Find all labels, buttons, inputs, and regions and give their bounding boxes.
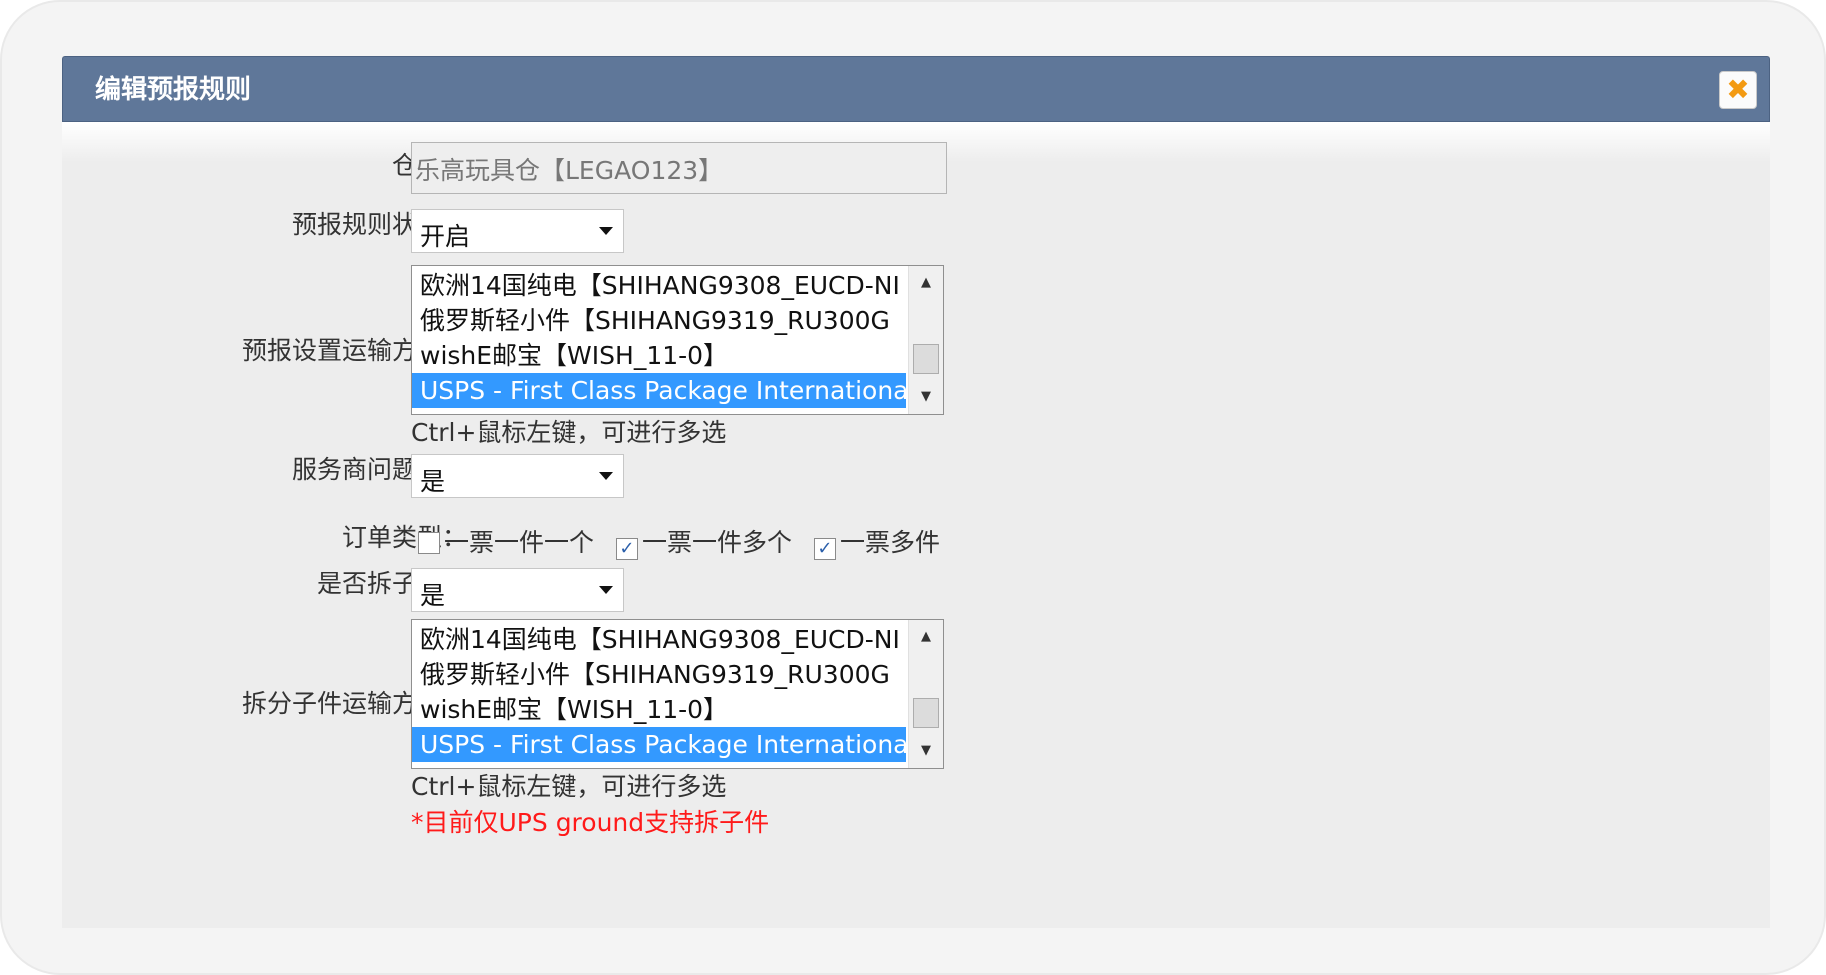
provider-issue-value: 是	[420, 467, 446, 496]
scroll-down-icon[interactable]: ▼	[909, 734, 943, 768]
shipping-method-items: 欧洲14国纯电【SHIHANG9308_EUCD-NI 俄罗斯轻小件【SHIHA…	[412, 268, 906, 408]
scroll-down-icon[interactable]: ▼	[909, 380, 943, 414]
list-item-selected[interactable]: USPS - First Class Package International	[412, 727, 906, 762]
scroll-up-icon[interactable]: ▲	[909, 266, 943, 300]
split-child-value: 是	[420, 581, 446, 610]
order-type-options: 一票一件一个 ✓ 一票一件多个 ✓ 一票多件	[418, 523, 954, 560]
checkbox-checked-icon[interactable]: ✓	[615, 538, 638, 560]
split-child-select[interactable]: 是	[411, 568, 624, 612]
checkbox-unchecked[interactable]	[418, 532, 440, 554]
split-shipping-items: 欧洲14国纯电【SHIHANG9308_EUCD-NI 俄罗斯轻小件【SHIHA…	[412, 622, 906, 762]
order-type-option[interactable]: ✓ 一票一件多个	[615, 523, 792, 560]
split-shipping-listbox[interactable]: 欧洲14国纯电【SHIHANG9308_EUCD-NI 俄罗斯轻小件【SHIHA…	[411, 619, 944, 769]
order-type-option-label: 一票一件一个	[444, 528, 595, 557]
scroll-thumb[interactable]	[913, 698, 939, 728]
order-type-option[interactable]: ✓ 一票多件	[813, 523, 940, 560]
order-type-option-label: 一票一件多个	[641, 528, 792, 557]
list-item[interactable]: wishE邮宝【WISH_11-0】	[412, 692, 906, 727]
shipping-method-listbox[interactable]: 欧洲14国纯电【SHIHANG9308_EUCD-NI 俄罗斯轻小件【SHIHA…	[411, 265, 944, 415]
order-type-option-label: 一票多件	[839, 528, 940, 557]
dialog-title: 编辑预报规则	[95, 75, 252, 105]
list-item-selected[interactable]: USPS - First Class Package International	[412, 373, 906, 408]
listbox-scrollbar[interactable]: ▲ ▼	[908, 266, 943, 414]
dropdown-arrow-icon	[599, 586, 613, 594]
listbox-scrollbar[interactable]: ▲ ▼	[908, 620, 943, 768]
checkbox-checked-icon[interactable]: ✓	[813, 538, 836, 560]
split-shipping-warning: *目前仅UPS ground支持拆子件	[411, 808, 770, 837]
close-icon[interactable]: ✖	[1719, 71, 1757, 109]
rule-status-value: 开启	[420, 222, 471, 251]
provider-issue-select[interactable]: 是	[411, 454, 624, 498]
list-item[interactable]: 欧洲14国纯电【SHIHANG9308_EUCD-NI	[412, 622, 906, 657]
order-type-option[interactable]: 一票一件一个	[418, 523, 594, 559]
shipping-method-hint: Ctrl+鼠标左键，可进行多选	[411, 418, 727, 447]
list-item[interactable]: wishE邮宝【WISH_11-0】	[412, 338, 906, 373]
list-item[interactable]: 俄罗斯轻小件【SHIHANG9319_RU300G	[412, 303, 906, 338]
edit-rule-dialog: 编辑预报规则 ✖ 仓库： 乐高玩具仓【LEGAO123】 预报规则状态： 开启 …	[62, 56, 1770, 928]
scroll-up-icon[interactable]: ▲	[909, 620, 943, 654]
rule-status-select[interactable]: 开启	[411, 209, 624, 253]
dialog-titlebar: 编辑预报规则 ✖	[62, 56, 1770, 122]
dropdown-arrow-icon	[599, 472, 613, 480]
scroll-thumb[interactable]	[913, 344, 939, 374]
page-frame: 编辑预报规则 ✖ 仓库： 乐高玩具仓【LEGAO123】 预报规则状态： 开启 …	[0, 0, 1826, 975]
list-item[interactable]: 俄罗斯轻小件【SHIHANG9319_RU300G	[412, 657, 906, 692]
dropdown-arrow-icon	[599, 227, 613, 235]
warehouse-field: 乐高玩具仓【LEGAO123】	[411, 142, 947, 194]
list-item[interactable]: 欧洲14国纯电【SHIHANG9308_EUCD-NI	[412, 268, 906, 303]
split-shipping-hint: Ctrl+鼠标左键，可进行多选	[411, 772, 727, 801]
